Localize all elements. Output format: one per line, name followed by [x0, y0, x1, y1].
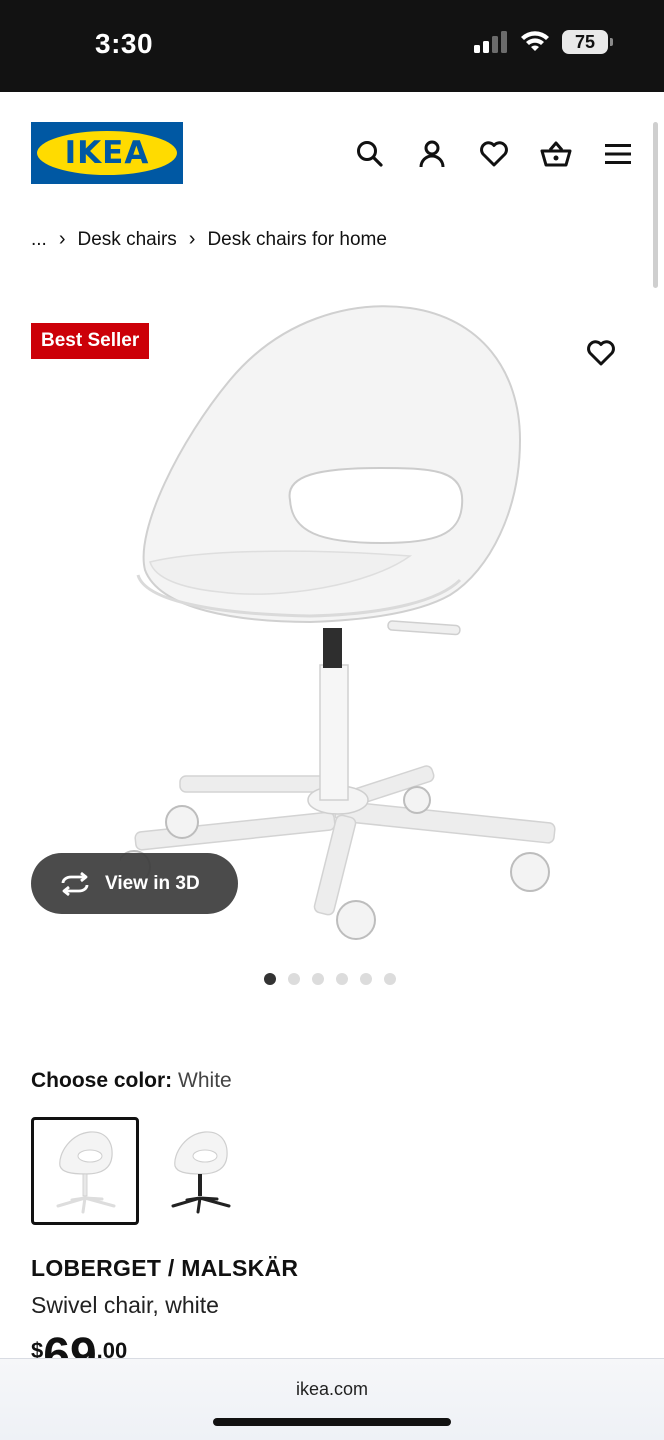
- price-currency: $: [31, 1338, 44, 1358]
- breadcrumb: ... › Desk chairs › Desk chairs for home: [31, 228, 387, 251]
- basket-icon[interactable]: [540, 138, 572, 170]
- header-actions: [354, 138, 634, 170]
- chair-thumbnail-black: [171, 1131, 231, 1214]
- breadcrumb-desk-chairs-home[interactable]: Desk chairs for home: [207, 229, 387, 251]
- wifi-icon: [521, 31, 549, 51]
- carousel-dot[interactable]: [336, 973, 348, 985]
- carousel-dot[interactable]: [384, 973, 396, 985]
- price-cents: .00: [96, 1338, 128, 1358]
- best-seller-badge: Best Seller: [31, 323, 150, 359]
- product-price: $ 69 .00: [31, 1332, 127, 1358]
- choose-color-label: Choose color: White: [31, 1069, 232, 1093]
- view-in-3d-label: View in 3D: [105, 872, 200, 894]
- ikea-logo[interactable]: IKEA: [31, 122, 183, 184]
- battery-icon: 75: [562, 30, 613, 54]
- rotate-3d-icon: [61, 871, 89, 896]
- chair-thumbnail-white: [56, 1131, 116, 1214]
- product-description: Swivel chair, white: [31, 1292, 219, 1318]
- breadcrumb-desk-chairs[interactable]: Desk chairs: [78, 229, 177, 251]
- product-name: LOBERGET / MALSKÄR: [31, 1255, 299, 1281]
- selected-color-value: White: [178, 1069, 232, 1092]
- home-indicator[interactable]: [213, 1418, 451, 1426]
- signal-icon: [474, 31, 507, 53]
- breadcrumb-ellipsis[interactable]: ...: [31, 229, 47, 251]
- favorite-heart-icon[interactable]: [585, 337, 617, 369]
- color-option-white-black[interactable]: [146, 1117, 254, 1225]
- view-in-3d-button[interactable]: View in 3D: [31, 853, 238, 914]
- search-icon[interactable]: [354, 138, 386, 170]
- chevron-right-icon: ›: [58, 228, 66, 250]
- heart-icon[interactable]: [478, 138, 510, 170]
- status-bar: 3:30 75: [0, 0, 664, 92]
- status-icons: 75: [474, 30, 613, 54]
- carousel-dots: [264, 973, 396, 985]
- choose-color-title: Choose color:: [31, 1069, 173, 1092]
- menu-icon[interactable]: [602, 138, 634, 170]
- logo-text: IKEA: [64, 135, 150, 171]
- browser-address-bar[interactable]: ikea.com: [0, 1358, 664, 1440]
- carousel-dot[interactable]: [312, 973, 324, 985]
- carousel-dot[interactable]: [264, 973, 276, 985]
- price-main: 69: [43, 1332, 96, 1358]
- battery-level: 75: [574, 32, 596, 52]
- carousel-dot[interactable]: [360, 973, 372, 985]
- carousel-dot[interactable]: [288, 973, 300, 985]
- status-time: 3:30: [95, 28, 154, 59]
- color-option-white[interactable]: [31, 1117, 139, 1225]
- scroll-indicator: [653, 122, 658, 288]
- account-icon[interactable]: [416, 138, 448, 170]
- chevron-right-icon: ›: [188, 228, 196, 250]
- url-text: ikea.com: [295, 1379, 369, 1399]
